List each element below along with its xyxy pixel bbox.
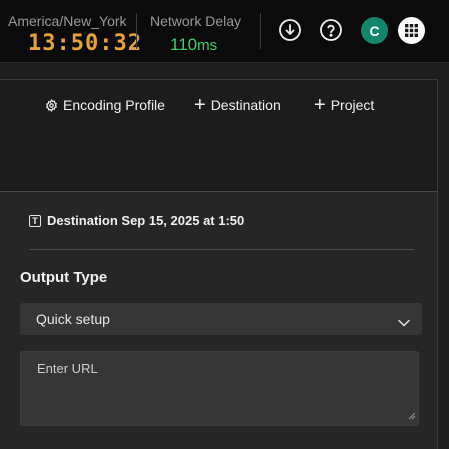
user-avatar[interactable]: C [361,17,388,44]
divider [260,13,261,49]
destination-title-text: Destination Sep 15, 2025 at 1:50 [47,213,245,228]
digital-clock: 13:50:32 [28,31,142,56]
add-destination-button[interactable]: + Destination [194,94,281,116]
encoding-profile-label: Encoding Profile [63,97,165,113]
text-icon: T [29,214,41,227]
url-placeholder: Enter URL [37,361,98,376]
plus-icon: + [194,94,206,116]
destination-title: T Destination Sep 15, 2025 at 1:50 [29,213,244,228]
gear-icon [45,98,58,112]
chevron-down-icon [398,314,410,330]
download-icon[interactable] [278,18,302,42]
network-delay-label: Network Delay [150,13,242,29]
add-project-label: Project [330,97,375,113]
divider [136,13,137,49]
encoding-profile-button[interactable]: Encoding Profile [45,97,165,113]
url-input[interactable]: Enter URL [20,351,419,426]
help-icon[interactable] [319,18,343,42]
resize-handle-icon[interactable] [408,408,416,423]
output-type-label: Output Type [20,269,108,286]
network-delay-number: 110 [170,35,198,54]
add-destination-label: Destination [210,97,281,113]
destination-panel: T Destination Sep 15, 2025 at 1:50 Outpu… [0,192,438,449]
top-bar: America/New_York 13:50:32 Network Delay … [0,0,449,63]
plus-icon: + [314,94,326,116]
timezone-label: America/New_York [8,13,127,29]
network-delay-unit: ms [197,37,218,54]
output-type-value: Quick setup [36,311,110,327]
divider [29,249,414,250]
network-delay-value: 110ms [170,35,217,55]
add-project-button[interactable]: + Project [314,94,375,116]
output-type-select[interactable]: Quick setup [20,303,422,335]
toolbar-panel: Encoding Profile + Destination + Project [0,79,438,192]
apps-grid-icon[interactable] [398,17,425,44]
